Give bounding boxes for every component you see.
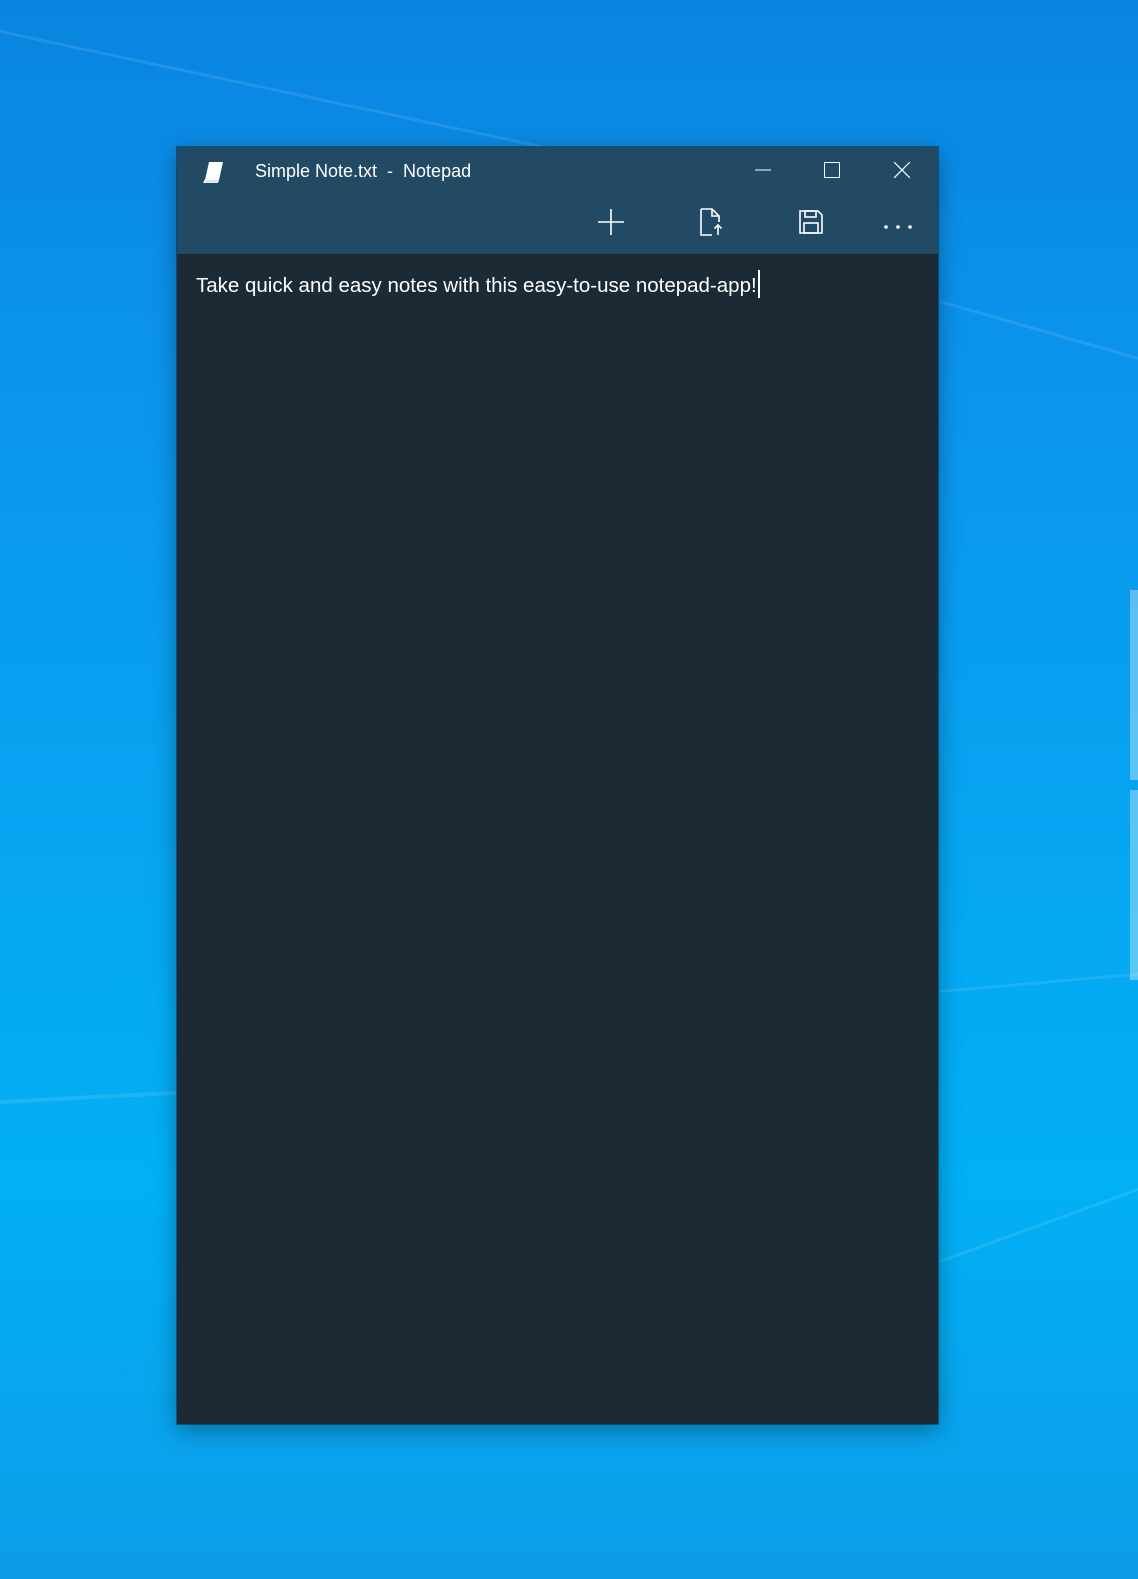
minimize-icon [754,162,771,182]
save-button[interactable] [783,201,839,247]
wallpaper-window-edge [1130,790,1138,980]
open-file-icon [698,208,724,240]
wallpaper-light-beam [939,1184,1138,1263]
open-file-button[interactable] [683,201,739,247]
wallpaper-light-beam [0,1090,180,1104]
close-icon [893,161,911,182]
new-file-button[interactable] [583,201,639,247]
maximize-button[interactable] [797,147,866,197]
maximize-icon [823,162,840,182]
minimize-button[interactable] [728,147,797,197]
editor-content[interactable]: Take quick and easy notes with this easy… [196,270,760,298]
plus-icon [598,209,624,239]
wallpaper-light-beam [939,967,1138,993]
editor-text-line: Take quick and easy notes with this easy… [196,274,757,297]
window-title: Simple Note.txt - Notepad [255,161,472,181]
notepad-window: Simple Note.txt - Notepad Take quick and… [177,147,938,1424]
close-button[interactable] [866,147,938,197]
wallpaper-light-beam [939,300,1138,375]
wallpaper-window-edge [1130,590,1138,780]
text-editor[interactable]: Take quick and easy notes with this easy… [177,254,938,1424]
more-icon [883,215,913,234]
notepad-app-icon [200,159,226,185]
wallpaper-light-beam [0,30,588,158]
command-bar [177,197,938,254]
save-icon [799,210,823,238]
desktop-background: Simple Note.txt - Notepad Take quick and… [0,0,1138,1579]
title-bar[interactable]: Simple Note.txt - Notepad [177,147,938,197]
text-caret [757,270,760,298]
more-options-button[interactable] [870,201,926,247]
